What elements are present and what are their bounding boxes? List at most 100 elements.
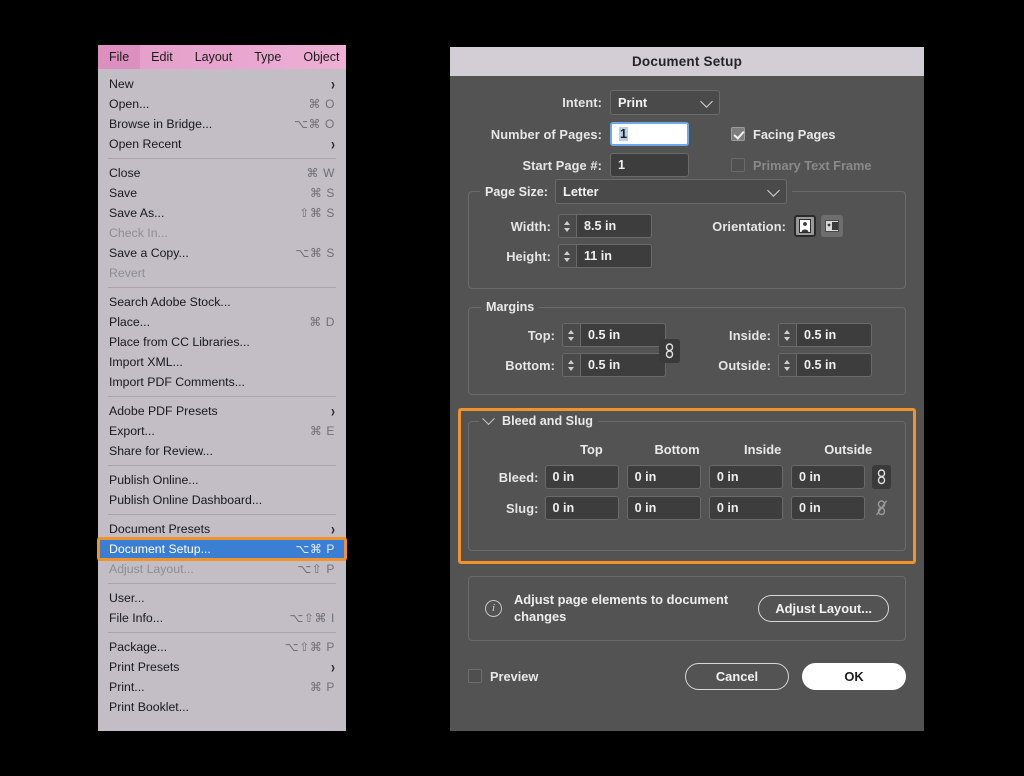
bleed-bottom-input[interactable]: 0 in — [627, 465, 701, 489]
bleed-slug-column-headers: Top Bottom Inside Outside — [483, 442, 891, 457]
menu-item-label: Print... — [109, 680, 145, 694]
menu-item-label: Share for Review... — [109, 444, 213, 458]
width-stepper-arrows[interactable] — [559, 215, 577, 237]
height-stepper[interactable]: 11 in — [558, 244, 652, 268]
menu-item-import-pdf-comments[interactable]: Import PDF Comments... — [98, 372, 346, 392]
margin-outside-value: 0.5 in — [797, 354, 871, 376]
margin-inside-value: 0.5 in — [797, 324, 871, 346]
margin-bottom-stepper[interactable]: 0.5 in — [562, 353, 666, 377]
facing-pages-checkbox[interactable]: Facing Pages — [731, 127, 836, 142]
menu-item-label: Adobe PDF Presets — [109, 404, 218, 418]
bleed-inside-input[interactable]: 0 in — [709, 465, 783, 489]
menu-item-browse-in-bridge[interactable]: Browse in Bridge...⌥⌘ O — [98, 114, 346, 134]
menu-item-print[interactable]: Print...⌘ P — [98, 677, 346, 697]
adjust-layout-button[interactable]: Adjust Layout... — [758, 595, 889, 622]
bleed-outside-input[interactable]: 0 in — [791, 465, 865, 489]
start-page-label: Start Page #: — [468, 158, 602, 173]
slug-inside-input[interactable]: 0 in — [709, 496, 783, 520]
menu-separator — [108, 158, 336, 159]
chain-link-icon — [876, 469, 887, 485]
menubar-item-layout[interactable]: Layout — [184, 45, 244, 69]
menu-item-shortcut: ⌘ E — [310, 424, 335, 438]
menu-item-package[interactable]: Package...⌥⇧⌘ P — [98, 637, 346, 657]
preview-checkbox[interactable]: Preview — [468, 669, 538, 684]
info-icon: i — [485, 600, 502, 617]
submenu-arrow-icon: › — [331, 659, 335, 675]
menu-item-print-booklet[interactable]: Print Booklet... — [98, 697, 346, 717]
menu-item-save[interactable]: Save⌘ S — [98, 183, 346, 203]
dialog-footer: Preview Cancel OK — [468, 663, 906, 690]
intent-dropdown[interactable]: Print — [610, 90, 720, 115]
menu-item-label: Document Setup... — [109, 542, 211, 556]
menu-item-adobe-pdf-presets[interactable]: Adobe PDF Presets › — [98, 401, 346, 421]
margin-outside-stepper[interactable]: 0.5 in — [778, 353, 872, 377]
menu-item-document-presets[interactable]: Document Presets› — [98, 519, 346, 539]
menu-item-label: Search Adobe Stock... — [109, 295, 231, 309]
empty-checkbox-icon — [468, 669, 482, 683]
bleed-row: Bleed: 0 in 0 in 0 in 0 in — [483, 465, 891, 489]
menubar-item-type[interactable]: Type — [243, 45, 292, 69]
ok-button[interactable]: OK — [802, 663, 906, 690]
menu-item-label: Revert — [109, 266, 145, 280]
menu-item-print-presets[interactable]: Print Presets› — [98, 657, 346, 677]
margins-group-title: Margins — [481, 300, 539, 314]
slug-top-input[interactable]: 0 in — [545, 496, 619, 520]
page-size-label: Page Size: — [485, 185, 548, 199]
height-stepper-arrows[interactable] — [559, 245, 577, 267]
slug-link-button[interactable] — [872, 496, 891, 520]
slug-outside-input[interactable]: 0 in — [791, 496, 865, 520]
menu-item-export[interactable]: Export...⌘ E — [98, 421, 346, 441]
page-size-group-title: Page Size: Letter — [480, 179, 792, 204]
bleed-and-slug-group-title: Bleed and Slug — [479, 414, 598, 428]
menu-item-publish-online-dashboard[interactable]: Publish Online Dashboard... — [98, 490, 346, 510]
landscape-icon — [825, 220, 839, 232]
menu-item-search-adobe-stock[interactable]: Search Adobe Stock... — [98, 292, 346, 312]
margin-bottom-stepper-arrows[interactable] — [563, 354, 581, 376]
column-header-outside: Outside — [805, 442, 891, 457]
menu-item-save-as[interactable]: Save As...⇧⌘ S — [98, 203, 346, 223]
menu-item-place[interactable]: Place...⌘ D — [98, 312, 346, 332]
margin-inside-stepper[interactable]: 0.5 in — [778, 323, 872, 347]
bleed-top-input[interactable]: 0 in — [545, 465, 619, 489]
margin-inside-stepper-arrows[interactable] — [779, 324, 797, 346]
menu-item-place-from-cc-libraries[interactable]: Place from CC Libraries... — [98, 332, 346, 352]
menu-item-label: Import XML... — [109, 355, 183, 369]
file-menu-list: New›Open...⌘ OBrowse in Bridge...⌥⌘ OOpe… — [98, 69, 346, 717]
slug-row: Slug: 0 in 0 in 0 in 0 in — [483, 496, 891, 520]
margin-outside-stepper-arrows[interactable] — [779, 354, 797, 376]
menu-item-share-for-review[interactable]: Share for Review... — [98, 441, 346, 461]
menu-item-open-recent[interactable]: Open Recent› — [98, 134, 346, 154]
menubar-item-edit[interactable]: Edit — [140, 45, 184, 69]
menu-item-shortcut: ⌘ S — [310, 186, 335, 200]
menu-separator — [108, 396, 336, 397]
start-page-input[interactable]: 1 — [610, 153, 689, 177]
menubar-item-file[interactable]: File — [98, 45, 140, 69]
menu-item-new[interactable]: New› — [98, 74, 346, 94]
column-header-bottom: Bottom — [634, 442, 720, 457]
orientation-landscape-button[interactable] — [821, 215, 843, 237]
menu-item-close[interactable]: Close⌘ W — [98, 163, 346, 183]
margin-top-stepper-arrows[interactable] — [563, 324, 581, 346]
submenu-arrow-icon: › — [331, 403, 335, 419]
width-stepper[interactable]: 8.5 in — [558, 214, 652, 238]
menu-item-document-setup[interactable]: Document Setup...⌥⌘ P — [98, 539, 346, 559]
menu-item-open[interactable]: Open...⌘ O — [98, 94, 346, 114]
number-of-pages-input[interactable]: 1 — [610, 122, 689, 146]
page-size-dropdown[interactable]: Letter — [555, 179, 787, 204]
orientation-portrait-button[interactable] — [794, 215, 816, 237]
cancel-button[interactable]: Cancel — [685, 663, 789, 690]
preview-label: Preview — [490, 669, 538, 684]
slug-bottom-input[interactable]: 0 in — [627, 496, 701, 520]
menu-item-save-a-copy[interactable]: Save a Copy...⌥⌘ S — [98, 243, 346, 263]
menu-item-file-info[interactable]: File Info...⌥⇧⌘ I — [98, 608, 346, 628]
bleed-link-button[interactable] — [872, 465, 891, 489]
width-label: Width: — [483, 219, 551, 234]
menubar-item-object[interactable]: Object — [292, 45, 350, 69]
menu-item-publish-online[interactable]: Publish Online... — [98, 470, 346, 490]
chevron-down-icon[interactable] — [482, 412, 495, 425]
menu-item-import-xml[interactable]: Import XML... — [98, 352, 346, 372]
margins-link-button[interactable] — [659, 339, 680, 363]
column-header-top: Top — [549, 442, 635, 457]
margin-top-stepper[interactable]: 0.5 in — [562, 323, 666, 347]
menu-item-user[interactable]: User... — [98, 588, 346, 608]
